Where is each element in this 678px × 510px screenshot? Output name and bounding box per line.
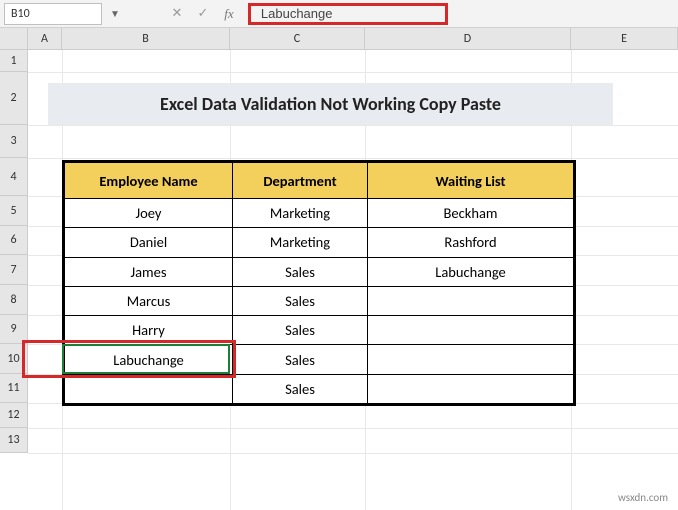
cell-wait[interactable]: Labuchange [368,257,574,286]
row-header-7[interactable]: 7 [0,255,28,285]
name-box-value: B10 [11,7,30,21]
cell-emp[interactable]: Harry [65,316,233,345]
select-all-corner[interactable] [0,28,28,50]
cell-dep[interactable]: Sales [233,374,368,403]
table-row: Daniel Marketing Rashford [65,228,574,257]
row-header-11[interactable]: 11 [0,374,28,403]
name-box[interactable]: B10 [4,3,102,25]
row-header-5[interactable]: 5 [0,196,28,226]
table-row: Harry Sales [65,316,574,345]
row-header-3[interactable]: 3 [0,125,28,158]
table-row: Joey Marketing Beckham [65,199,574,228]
header-employee[interactable]: Employee Name [65,163,233,199]
table-row: Marcus Sales [65,286,574,315]
spreadsheet-grid[interactable]: A B C D E 1 2 3 4 5 6 7 8 9 10 11 12 13 [0,28,678,510]
cell-wait[interactable] [368,345,574,374]
row-header-9[interactable]: 9 [0,315,28,344]
cell-wait[interactable] [368,374,574,403]
row-header-12[interactable]: 12 [0,403,28,428]
cell-wait[interactable] [368,316,574,345]
cell-wait[interactable] [368,286,574,315]
cells-area[interactable]: Excel Data Validation Not Working Copy P… [28,50,678,510]
formula-input[interactable] [261,6,435,21]
fx-icon[interactable]: fx [216,3,242,25]
col-header-d[interactable]: D [365,28,571,50]
row-header-4[interactable]: 4 [0,158,28,196]
formula-bar-buttons: ✕ ✓ fx [164,3,242,25]
cell-emp[interactable]: Marcus [65,286,233,315]
row-header-1[interactable]: 1 [0,50,28,72]
cell-wait[interactable]: Rashford [368,228,574,257]
cell-dep[interactable]: Sales [233,316,368,345]
formula-bar: B10 ▼ ✕ ✓ fx [0,0,678,28]
data-table: Employee Name Department Waiting List Jo… [62,160,576,406]
table-row: Sales [65,374,574,403]
column-headers: A B C D E [0,28,678,50]
col-header-a[interactable]: A [28,28,62,50]
row-header-10[interactable]: 10 [0,344,28,374]
table-row: Labuchange Sales [65,345,574,374]
watermark: wsxdn.com [618,491,668,504]
header-waiting[interactable]: Waiting List [368,163,574,199]
cell-dep[interactable]: Marketing [233,228,368,257]
row-header-13[interactable]: 13 [0,428,28,453]
cancel-icon[interactable]: ✕ [164,3,190,25]
cell-emp[interactable]: Labuchange [65,345,233,374]
col-header-c[interactable]: C [230,28,365,50]
col-header-b[interactable]: B [62,28,230,50]
accept-icon[interactable]: ✓ [190,3,216,25]
row-headers: 1 2 3 4 5 6 7 8 9 10 11 12 13 [0,50,28,453]
row-header-8[interactable]: 8 [0,285,28,315]
table-row: James Sales Labuchange [65,257,574,286]
row-header-6[interactable]: 6 [0,226,28,255]
cell-dep[interactable]: Sales [233,286,368,315]
formula-input-highlight [248,3,448,25]
cell-dep[interactable]: Sales [233,345,368,374]
cell-emp[interactable]: Daniel [65,228,233,257]
cell-emp[interactable] [65,374,233,403]
name-box-dropdown-icon[interactable]: ▼ [106,7,124,20]
cell-dep[interactable]: Marketing [233,199,368,228]
cell-wait[interactable]: Beckham [368,199,574,228]
table-header-row: Employee Name Department Waiting List [65,163,574,199]
cell-dep[interactable]: Sales [233,257,368,286]
header-department[interactable]: Department [233,163,368,199]
col-header-e[interactable]: E [571,28,678,50]
sheet-title[interactable]: Excel Data Validation Not Working Copy P… [48,83,613,125]
cell-emp[interactable]: Joey [65,199,233,228]
cell-emp[interactable]: James [65,257,233,286]
row-header-2[interactable]: 2 [0,72,28,125]
